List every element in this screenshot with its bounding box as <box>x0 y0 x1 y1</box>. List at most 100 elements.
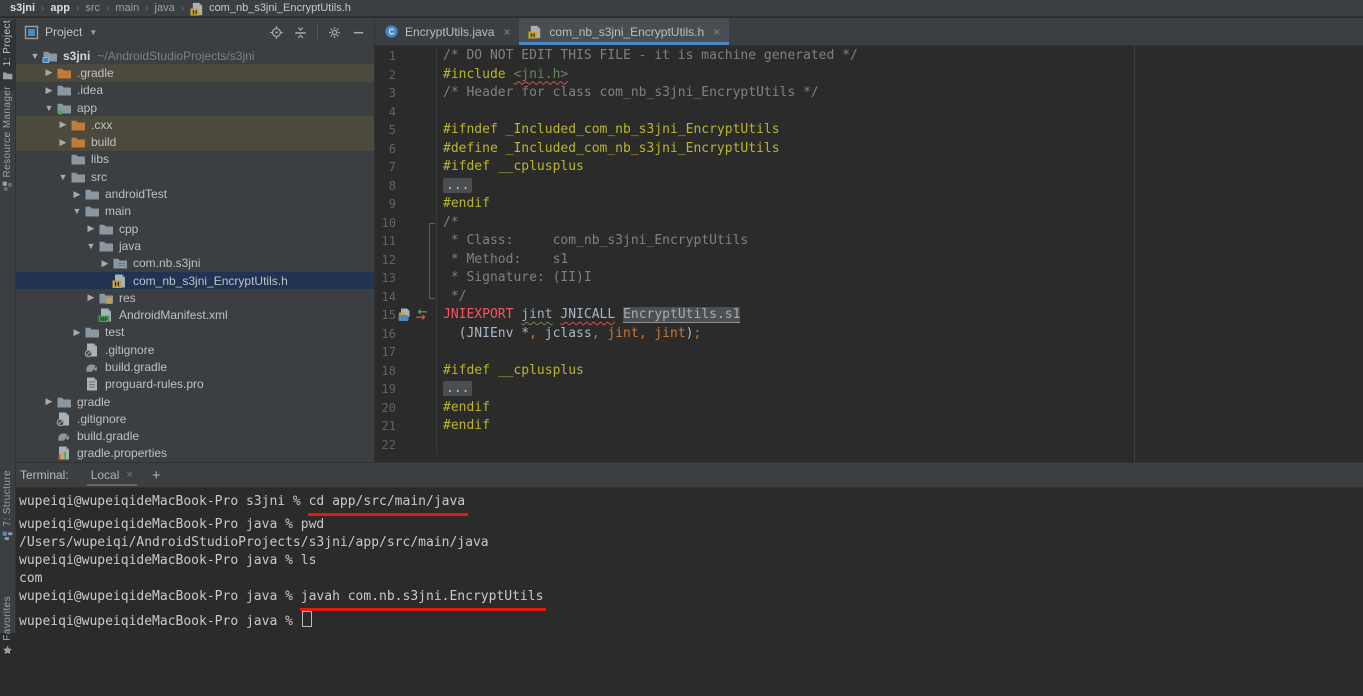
tree-row-s3jni[interactable]: ▼ s3jni ~/AndroidStudioProjects/s3jni <box>16 47 374 64</box>
tree-row-.gitignore[interactable]: .gitignore <box>16 410 374 427</box>
terminal-line: wupeiqi@wupeiqideMacBook-Pro java % <box>19 611 1363 631</box>
tree-row-build.gradle[interactable]: build.gradle <box>16 358 374 375</box>
folded-region[interactable]: ... <box>443 177 473 193</box>
fold-marker[interactable] <box>429 232 435 251</box>
svg-text:MF: MF <box>100 317 109 323</box>
fold-marker[interactable] <box>429 269 435 288</box>
folder-icon <box>56 394 72 410</box>
chevron-collapsed-icon[interactable]: ▶ <box>70 327 84 338</box>
code-token: , <box>638 325 647 341</box>
breadcrumb-segment[interactable]: src <box>85 2 100 14</box>
tree-row-.gradle[interactable]: ▶ .gradle <box>16 64 374 82</box>
tool-stripe-label: 7: Structure <box>2 470 13 527</box>
terminal-command-annotated: cd app/src/main/java <box>307 493 469 516</box>
fold-marker[interactable] <box>429 287 435 299</box>
chevron-collapsed-icon[interactable]: ▶ <box>56 119 70 130</box>
tree-row-test[interactable]: ▶ test <box>16 324 374 341</box>
tree-row-AndroidManifest.xml[interactable]: MF AndroidManifest.xml <box>16 306 374 323</box>
locate-file-button[interactable] <box>269 25 284 40</box>
tree-row-.gitignore[interactable]: .gitignore <box>16 341 374 358</box>
tree-row-.idea[interactable]: ▶ .idea <box>16 82 374 99</box>
editor-tab-EncryptUtils.java[interactable]: C EncryptUtils.java × <box>375 18 519 45</box>
fold-marker[interactable] <box>429 222 435 232</box>
breadcrumb-segment[interactable]: s3jni <box>10 2 35 14</box>
close-icon[interactable]: × <box>503 25 510 39</box>
tree-row-com.nb.s3jni[interactable]: ▶ com.nb.s3jni <box>16 255 374 272</box>
tree-row-libs[interactable]: libs <box>16 151 374 168</box>
close-icon[interactable]: × <box>126 469 132 481</box>
tree-row-java[interactable]: ▼ java <box>16 237 374 254</box>
chevron-collapsed-icon[interactable]: ▶ <box>42 67 56 78</box>
gutter <box>396 436 436 455</box>
chevron-down-icon[interactable]: ▼ <box>89 28 97 37</box>
tree-row-com-nb-s3jni-EncryptUtils.h[interactable]: Hcom_nb_s3jni_EncryptUtils.h <box>16 271 374 290</box>
chevron-expanded-icon[interactable]: ▼ <box>70 206 84 216</box>
jni-arrows-icon[interactable] <box>415 308 429 322</box>
line-number: 21 <box>381 419 396 433</box>
tree-row-label: app <box>77 100 98 115</box>
tree-row-label: .gitignore <box>77 411 127 426</box>
breadcrumb-segment[interactable]: app <box>50 2 70 14</box>
code-line-7: 7 #ifdef __cplusplus <box>375 158 1363 177</box>
folded-region[interactable]: ... <box>443 381 473 396</box>
code-token: /* DO NOT EDIT THIS FILE - it is machine… <box>443 48 858 63</box>
tree-row-androidTest[interactable]: ▶ androidTest <box>16 185 374 202</box>
code-editor[interactable]: 1 /* DO NOT EDIT THIS FILE - it is machin… <box>375 46 1363 462</box>
code-token: #endif <box>443 196 490 211</box>
gutter <box>396 417 436 436</box>
new-terminal-session-button[interactable]: + <box>152 468 161 483</box>
tree-row-main[interactable]: ▼ main <box>16 203 374 220</box>
tree-row-src[interactable]: ▼ src <box>16 168 374 185</box>
line-number: 4 <box>388 104 396 119</box>
folder-res-icon <box>98 290 114 306</box>
code-token: #endif <box>443 418 490 433</box>
tree-row-res[interactable]: ▶ res <box>16 289 374 306</box>
terminal-output[interactable]: wupeiqi@wupeiqideMacBook-Pro s3jni % cd … <box>16 488 1363 631</box>
tree-row-.cxx[interactable]: ▶ .cxx <box>16 116 374 134</box>
chevron-collapsed-icon[interactable]: ▶ <box>42 396 56 407</box>
tree-row-cpp[interactable]: ▶ cpp <box>16 220 374 237</box>
terminal-label: Terminal: <box>20 468 69 482</box>
tree-row-label: res <box>119 290 136 305</box>
tree-row-app[interactable]: ▼ app <box>16 99 374 116</box>
breadcrumb-file[interactable]: Hcom_nb_s3jni_EncryptUtils.h <box>190 1 351 16</box>
tree-row-build.gradle[interactable]: build.gradle <box>16 428 374 445</box>
tree-row-gradle[interactable]: ▶ gradle <box>16 393 374 410</box>
chevron-collapsed-icon[interactable]: ▶ <box>84 292 98 303</box>
line-number: 10 <box>381 215 396 230</box>
chevron-collapsed-icon[interactable]: ▶ <box>42 85 56 96</box>
terminal-header: Terminal: Local × + <box>16 463 1363 488</box>
collapse-all-button[interactable] <box>293 25 308 40</box>
jni-h-mini-icon[interactable] <box>398 308 412 322</box>
hide-panel-button[interactable] <box>351 25 366 40</box>
fold-marker[interactable] <box>429 250 435 269</box>
chevron-collapsed-icon[interactable]: ▶ <box>70 189 84 200</box>
tree-row-build[interactable]: ▶ build <box>16 133 374 151</box>
tool-stripe-button-favorites[interactable]: Favorites <box>0 596 15 696</box>
chevron-expanded-icon[interactable]: ▼ <box>42 103 56 113</box>
gear-icon[interactable] <box>327 25 342 40</box>
editor-tab-com-nb-s3jni-EncryptUtils.h[interactable]: Hcom_nb_s3jni_EncryptUtils.h × <box>519 18 730 45</box>
tree-row-gradle.properties[interactable]: gradle.properties <box>16 445 374 462</box>
breadcrumb-segment[interactable]: java <box>155 2 175 14</box>
tool-stripe-button-resource-manager[interactable]: Resource Manager <box>0 86 15 198</box>
close-icon[interactable]: × <box>713 25 720 39</box>
folded-function-name[interactable]: EncryptUtils.s1 <box>623 307 741 323</box>
project-panel-title[interactable]: Project <box>45 25 82 39</box>
chevron-collapsed-icon[interactable]: ▶ <box>84 223 98 234</box>
terminal-text: com <box>19 571 43 586</box>
tool-stripe-label: Resource Manager <box>2 86 13 178</box>
chevron-collapsed-icon[interactable]: ▶ <box>98 258 112 269</box>
chevron-expanded-icon[interactable]: ▼ <box>56 172 70 182</box>
tool-stripe-button--structure[interactable]: 7: Structure <box>0 470 15 548</box>
breadcrumb-segment[interactable]: main <box>115 2 139 14</box>
tool-stripe-button--project[interactable]: 1: Project <box>0 20 15 90</box>
tree-row-proguard-rules.pro[interactable]: proguard-rules.pro <box>16 376 374 393</box>
code-token: * Class: com_nb_s3jni_EncryptUtils <box>443 233 749 248</box>
chevron-collapsed-icon[interactable]: ▶ <box>56 137 70 148</box>
chevron-expanded-icon[interactable]: ▼ <box>28 51 42 61</box>
terminal-tab-local[interactable]: Local × <box>82 463 139 487</box>
chevron-expanded-icon[interactable]: ▼ <box>84 241 98 251</box>
terminal-text: wupeiqi@wupeiqideMacBook-Pro java % ls <box>19 553 317 568</box>
